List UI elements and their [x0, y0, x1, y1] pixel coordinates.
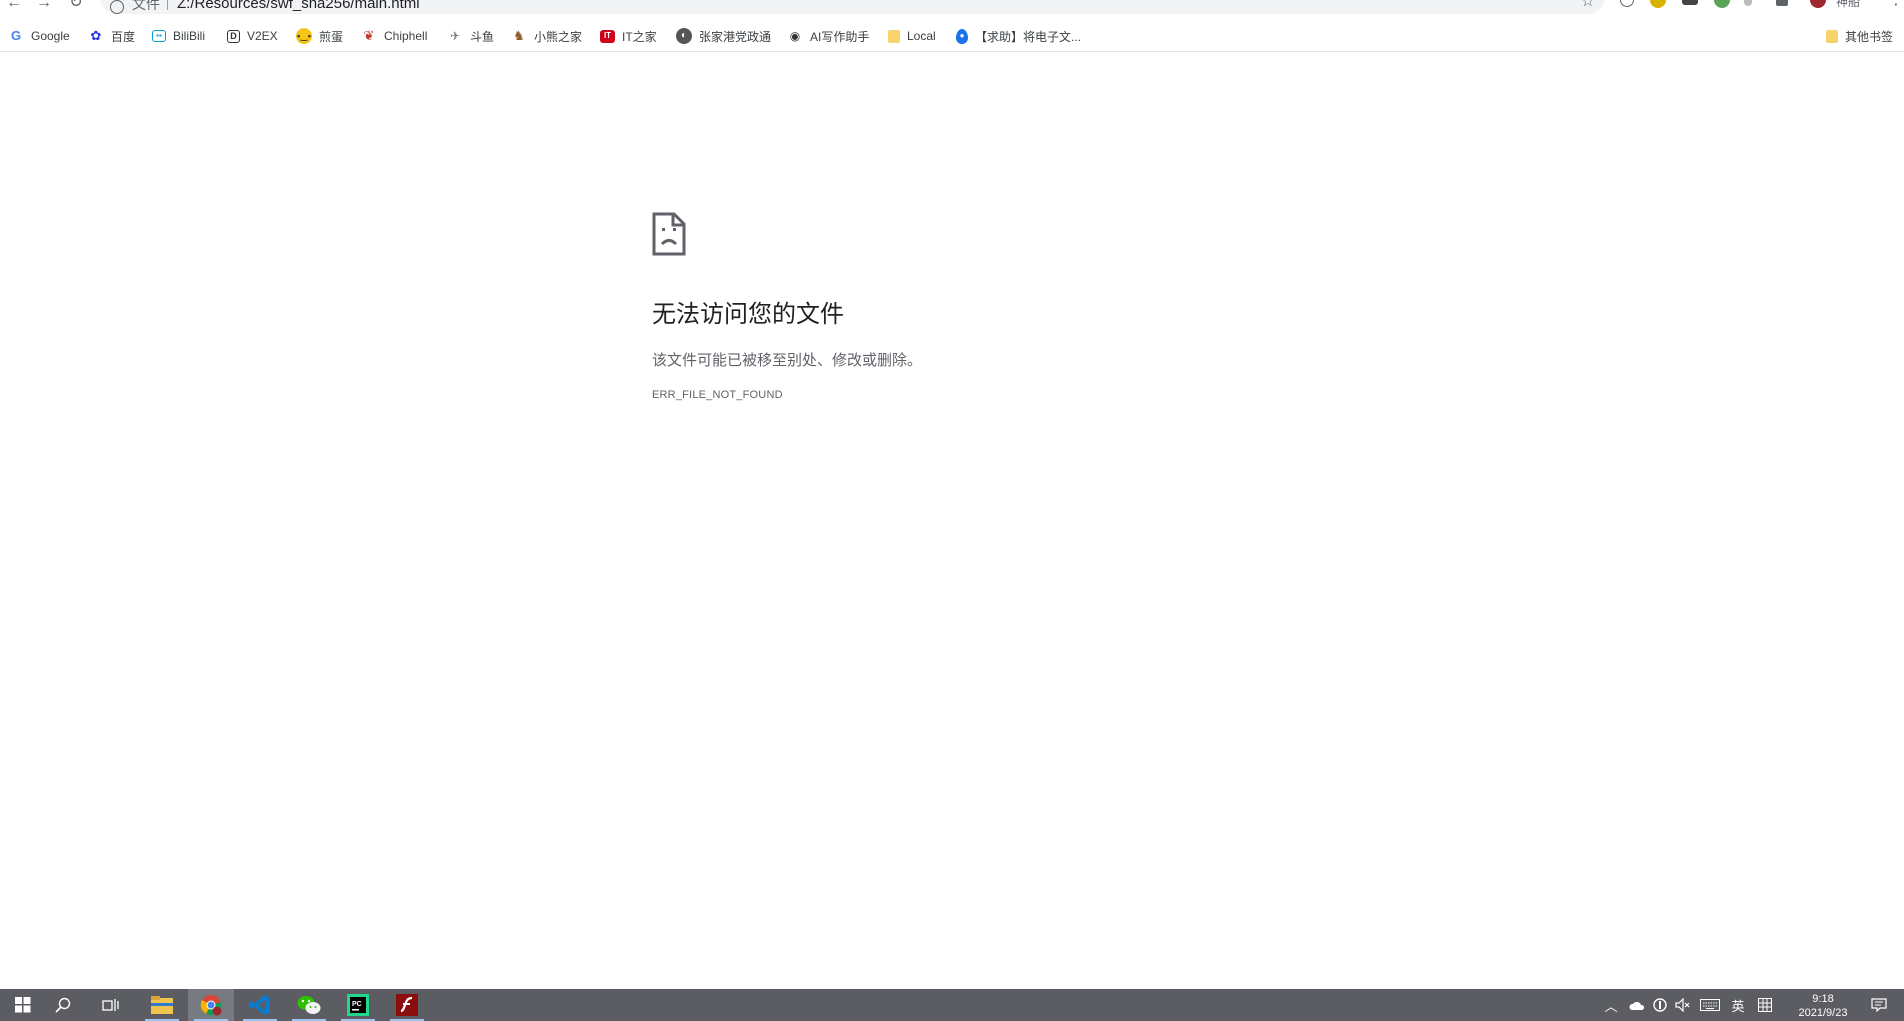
browser-toolbar: ← → ↻ 文件 Z:/Resources/swf_sha256/main.ht…: [0, 0, 1904, 16]
clock-date: 2021/9/23: [1798, 1007, 1848, 1019]
clock-time: 9:18: [1812, 993, 1834, 1005]
back-button[interactable]: ←: [4, 0, 24, 12]
taskbar-pycharm[interactable]: PC: [335, 989, 381, 1021]
forward-button[interactable]: →: [34, 0, 54, 12]
bookmark-label: 小熊之家: [534, 29, 583, 44]
search-button[interactable]: [40, 989, 86, 1021]
task-view-icon: [102, 999, 119, 1011]
google-icon: G: [8, 28, 24, 44]
info-icon[interactable]: [110, 0, 124, 14]
reload-button[interactable]: ↻: [66, 0, 86, 12]
onedrive-icon[interactable]: [1625, 989, 1647, 1021]
bookmark-label: V2EX: [247, 29, 278, 43]
drop-icon: ●: [956, 28, 968, 44]
sad-file-icon: [652, 212, 686, 256]
bookmark-label: 百度: [111, 29, 136, 44]
bookmarks-bar: G Google ✿ 百度 ▪▪ BiliBili D V2EX •‿• 煎蛋 …: [0, 20, 1904, 52]
chiphell-icon: ❦: [361, 28, 377, 44]
bookmark-google[interactable]: G Google: [8, 24, 70, 48]
pycharm-icon: PC: [347, 994, 369, 1016]
bookmark-label: Google: [31, 29, 70, 43]
tray-overflow-chevron-icon[interactable]: ︿: [1602, 989, 1620, 1021]
extension-globe-icon[interactable]: [1714, 0, 1730, 8]
taskbar-vscode[interactable]: [237, 989, 283, 1021]
bookmark-baidu[interactable]: ✿ 百度: [88, 24, 135, 48]
browser-menu-icon[interactable]: ⋮: [1888, 0, 1904, 8]
bookmark-jandan[interactable]: •‿• 煎蛋: [296, 24, 343, 48]
bookmark-label: BiliBili: [173, 29, 206, 43]
taskbar-clock[interactable]: 9:18 2021/9/23: [1788, 992, 1858, 1020]
bookmark-bilibili[interactable]: ▪▪ BiliBili: [152, 24, 205, 48]
other-bookmarks-label: 其他书签: [1845, 29, 1894, 44]
ime-indicator[interactable]: 英: [1727, 989, 1749, 1021]
globe-icon: ◐: [676, 28, 692, 44]
extension-icon[interactable]: [1620, 0, 1634, 7]
bookmark-chiphell[interactable]: ❦ Chiphell: [361, 24, 427, 48]
bookmark-ai-writer[interactable]: ◉ AI写作助手: [787, 24, 869, 48]
error-code: ERR_FILE_NOT_FOUND: [652, 389, 783, 401]
taskbar-chrome[interactable]: [188, 989, 234, 1021]
bear-icon: ♞: [511, 28, 527, 44]
bookmark-xiaoxiong[interactable]: ♞ 小熊之家: [511, 24, 582, 48]
bookmark-star-icon[interactable]: ☆: [1581, 0, 1595, 10]
vscode-icon: [249, 995, 270, 1015]
ithome-icon: IT: [600, 29, 615, 43]
taskbar-file-explorer[interactable]: [139, 989, 185, 1021]
volume-muted-icon[interactable]: [1672, 989, 1694, 1021]
bookmark-local-folder[interactable]: Local: [888, 24, 936, 48]
bookmark-label: IT之家: [622, 29, 657, 44]
bookmark-v2ex[interactable]: D V2EX: [227, 24, 278, 48]
ai-writer-icon: ◉: [787, 28, 803, 44]
extension-pin-icon[interactable]: [1744, 0, 1752, 6]
omnibox[interactable]: 文件 Z:/Resources/swf_sha256/main.html ☆: [100, 0, 1605, 14]
ime-mode-grid-icon[interactable]: [1753, 989, 1777, 1021]
search-icon: [55, 997, 71, 1013]
wechat-icon: [297, 996, 321, 1014]
security-tray-icon[interactable]: [1650, 989, 1670, 1021]
bilibili-icon: ▪▪: [152, 30, 166, 42]
baidu-icon: ✿: [88, 28, 104, 44]
task-view-button[interactable]: [88, 989, 134, 1021]
folder-icon: [888, 29, 900, 43]
bookmark-ithome[interactable]: IT IT之家: [600, 24, 657, 48]
windows-taskbar: PC ︿ 英 9:18 2021/9/23: [0, 989, 1904, 1021]
extension-coin-icon[interactable]: [1650, 0, 1666, 8]
taskbar-flash-player[interactable]: [384, 989, 430, 1021]
bookmark-label: Local: [907, 29, 936, 43]
v2ex-icon: D: [227, 29, 240, 43]
flash-icon: [396, 994, 418, 1016]
windows-logo-icon: [15, 997, 31, 1013]
jandan-icon: •‿•: [296, 28, 312, 44]
bookmark-label: 张家港党政通: [699, 29, 772, 44]
svg-text:PC: PC: [352, 1001, 362, 1008]
chrome-icon: [200, 995, 222, 1016]
error-title: 无法访问您的文件: [652, 301, 844, 328]
profile-name[interactable]: 神船: [1836, 0, 1860, 8]
bookmark-label: 斗鱼: [470, 29, 495, 44]
omnibox-url[interactable]: Z:/Resources/swf_sha256/main.html: [177, 0, 420, 11]
bookmark-douyu[interactable]: ✈ 斗鱼: [447, 24, 494, 48]
bookmark-label: Chiphell: [384, 29, 428, 43]
folder-icon: [151, 996, 173, 1014]
bookmark-help-post[interactable]: ● 【求助】将电子文...: [956, 24, 1081, 48]
bookmark-label: AI写作助手: [810, 29, 870, 44]
other-bookmarks-folder[interactable]: 其他书签: [1826, 24, 1893, 48]
profile-avatar-icon[interactable]: [1810, 0, 1826, 8]
omnibox-separator: [167, 0, 168, 10]
extension-mask-icon[interactable]: [1682, 0, 1698, 5]
omnibox-scheme-label: 文件: [132, 0, 160, 12]
action-center-icon[interactable]: [1866, 989, 1892, 1021]
douyu-icon: ✈: [447, 28, 463, 44]
extensions-puzzle-icon[interactable]: [1776, 0, 1788, 6]
bookmark-label: 【求助】将电子文...: [975, 29, 1082, 44]
folder-icon: [1826, 29, 1838, 43]
bookmark-zjg[interactable]: ◐ 张家港党政通: [676, 24, 771, 48]
error-description: 该文件可能已被移至别处、修改或删除。: [652, 352, 923, 369]
keyboard-icon[interactable]: [1697, 989, 1723, 1021]
bookmark-label: 煎蛋: [319, 29, 344, 44]
taskbar-wechat[interactable]: [286, 989, 332, 1021]
